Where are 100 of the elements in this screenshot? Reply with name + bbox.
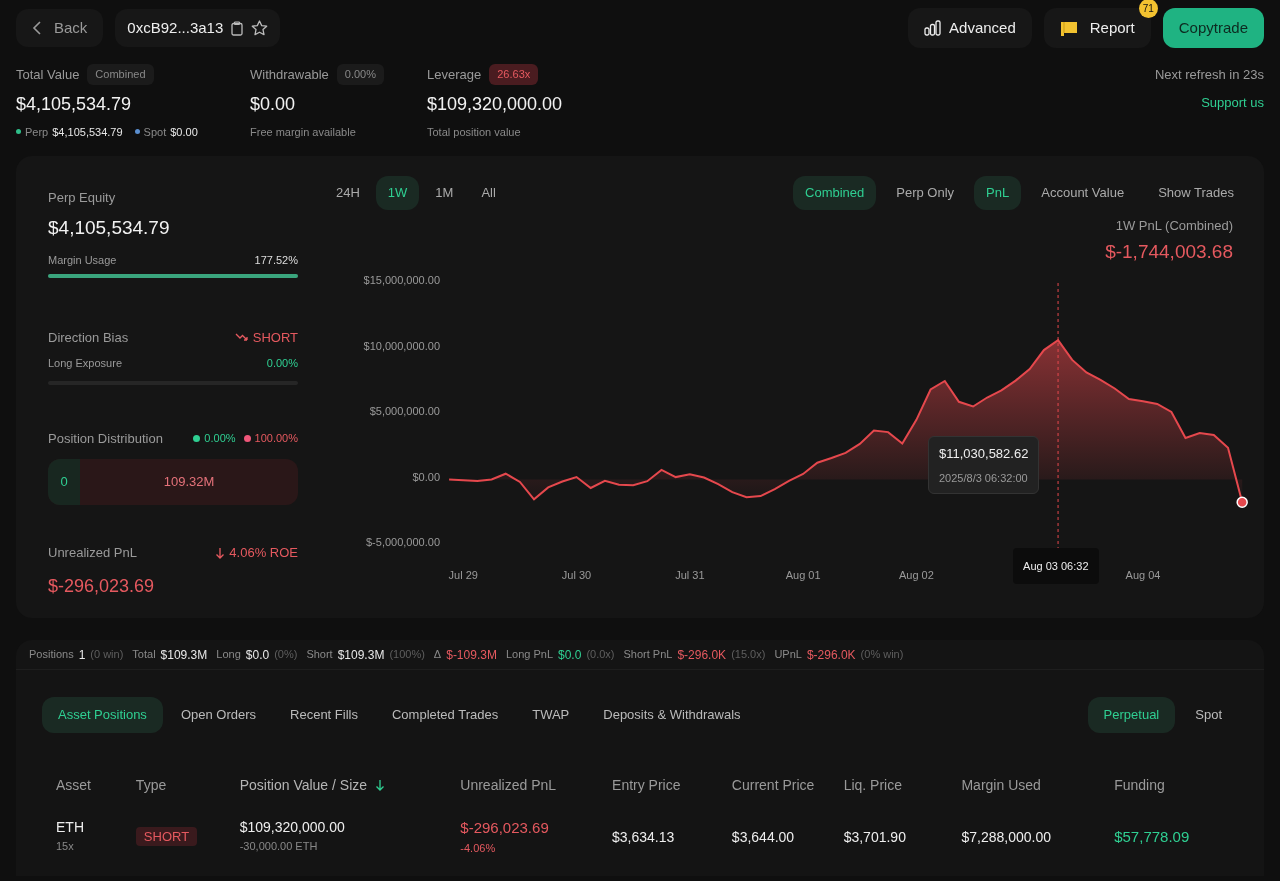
tab[interactable]: Perpetual: [1087, 697, 1176, 733]
summary-note: (0% win): [860, 647, 904, 663]
pnl-value: $-296,023.69: [48, 574, 156, 598]
section-label: Position Distribution: [48, 429, 164, 448]
type-badge: SHORT: [135, 827, 198, 846]
summary-label: Short: [306, 647, 333, 663]
summary-note: (100%): [389, 647, 425, 663]
tab[interactable]: Completed Trades: [375, 697, 515, 733]
table-cell: $3,644.00: [731, 829, 795, 845]
axis-tick-label: $15,000,000.00: [363, 274, 440, 286]
star-icon[interactable]: [251, 20, 269, 36]
column-header[interactable]: Entry Price: [612, 774, 681, 796]
axis-tick-label: Aug 02: [899, 569, 934, 581]
flag-icon: [1059, 20, 1078, 36]
stat-label: Withdrawable: [250, 65, 329, 84]
part-value: $4,105,534.79: [52, 124, 123, 140]
meter-reading: 177.52%: [254, 253, 298, 268]
long-share: 0.00%: [204, 431, 236, 446]
equity-value: $4,105,534.79: [48, 215, 171, 240]
advanced-button[interactable]: Advanced: [908, 8, 1032, 48]
summary-value: $-1,744,003.68: [1105, 239, 1233, 264]
back-icon: [32, 21, 42, 35]
table-cell: $3,634.13: [612, 829, 675, 845]
tab[interactable]: 1W: [375, 176, 420, 210]
tab[interactable]: Spot: [1179, 697, 1238, 733]
stat-caption: Free margin available: [250, 124, 356, 140]
short-amount: 109.32M: [163, 473, 215, 492]
arrow-down-icon: [215, 546, 226, 559]
axis-tick-label: $0.00: [412, 470, 440, 483]
bar-chart-icon: [924, 20, 942, 36]
summary-note: (0 win): [90, 647, 124, 663]
tab[interactable]: 1M: [423, 176, 466, 210]
tab[interactable]: Open Orders: [164, 697, 273, 733]
tab[interactable]: Asset Positions: [42, 697, 163, 733]
back-button[interactable]: Back: [16, 9, 104, 47]
summary-label: Δ: [433, 647, 442, 663]
axis-tick-label: Jul 31: [675, 569, 705, 581]
part-label: Perp: [25, 124, 49, 140]
summary-value: 1: [78, 646, 86, 664]
tab[interactable]: Account Value: [1029, 176, 1137, 210]
axis-tick-label: Aug 04: [1125, 569, 1161, 581]
axis-tick-label: Jul 30: [561, 569, 592, 581]
summary-note: (0%): [274, 647, 298, 663]
column-header[interactable]: Funding: [1114, 774, 1165, 796]
axis-tick-label: Aug 01: [785, 569, 821, 581]
stat-value: $109,320,000.00: [427, 92, 564, 116]
tab[interactable]: TWAP: [516, 697, 586, 733]
column-header[interactable]: Position Value / Size: [239, 774, 368, 796]
column-header[interactable]: Margin Used: [961, 774, 1041, 796]
column-header[interactable]: Current Price: [731, 774, 815, 796]
axis-tick-label: Jul 29: [448, 569, 478, 581]
tooltip-time: 2025/8/3 06:32:00: [939, 470, 1029, 486]
copytrade-button[interactable]: Copytrade: [1162, 8, 1264, 48]
stat-caption: Total position value: [427, 124, 521, 140]
summary-label: Positions: [29, 647, 74, 663]
summary-value: $109.3M: [160, 646, 208, 664]
summary-value: $-109.3M: [446, 646, 497, 664]
sort-down-icon: [375, 779, 386, 791]
column-header[interactable]: Type: [135, 774, 167, 796]
column-header[interactable]: Liq. Price: [843, 774, 902, 796]
bias-value: SHORT: [252, 328, 298, 347]
part-label: Spot: [143, 124, 167, 140]
summary-label: Long PnL: [505, 647, 553, 663]
meter-label: Margin Usage: [48, 253, 117, 268]
column-header[interactable]: Unrealized PnL: [460, 774, 557, 796]
refresh-timer: Next refresh in 23s: [1154, 66, 1264, 84]
support-link[interactable]: Support us: [1201, 92, 1264, 112]
roe-value: 4.06% ROE: [229, 544, 298, 562]
tab[interactable]: Recent Fills: [274, 697, 374, 733]
stat-value: $4,105,534.79: [16, 92, 133, 116]
show-trades-button[interactable]: Show Trades: [1146, 176, 1246, 210]
column-header[interactable]: Asset: [56, 774, 91, 796]
tab[interactable]: PnL: [974, 176, 1022, 210]
stat-value: $0.00: [250, 92, 297, 116]
summary-value: $0.0: [558, 646, 582, 664]
stat-label: Total Value: [16, 65, 80, 84]
axis-tick-label: $5,000,000.00: [369, 405, 440, 417]
tab[interactable]: Deposits & Withdrawals: [587, 697, 757, 733]
tab[interactable]: Combined: [793, 176, 877, 210]
summary-value: $-296.0K: [677, 646, 727, 664]
short-share: 100.00%: [254, 431, 298, 446]
section-label: Unrealized PnL: [48, 544, 137, 562]
tab[interactable]: Perp Only: [884, 176, 967, 210]
count-badge: 71: [1138, 0, 1158, 18]
summary-note: (0.0x): [586, 647, 615, 663]
table-cell: $57,778.09: [1114, 828, 1190, 845]
table-cell-text: $-296,023.69: [460, 818, 550, 838]
summary-label: Long: [216, 647, 241, 663]
cell-subtext: -30,000.00 ETH: [239, 839, 319, 854]
section-label: Perp Equity: [48, 189, 117, 207]
tab[interactable]: All: [469, 176, 508, 210]
table-cell-text: ETH: [56, 818, 85, 837]
cell-subtext: -4.06%: [460, 840, 497, 856]
copy-icon[interactable]: [231, 20, 244, 36]
summary-value: $0.0: [245, 646, 270, 664]
tab[interactable]: 24H: [324, 176, 372, 210]
stat-badge: Combined: [87, 64, 154, 85]
summary-label: UPnL: [774, 647, 802, 663]
section-label: Direction Bias: [48, 328, 129, 347]
long-amount: 0: [60, 473, 68, 492]
